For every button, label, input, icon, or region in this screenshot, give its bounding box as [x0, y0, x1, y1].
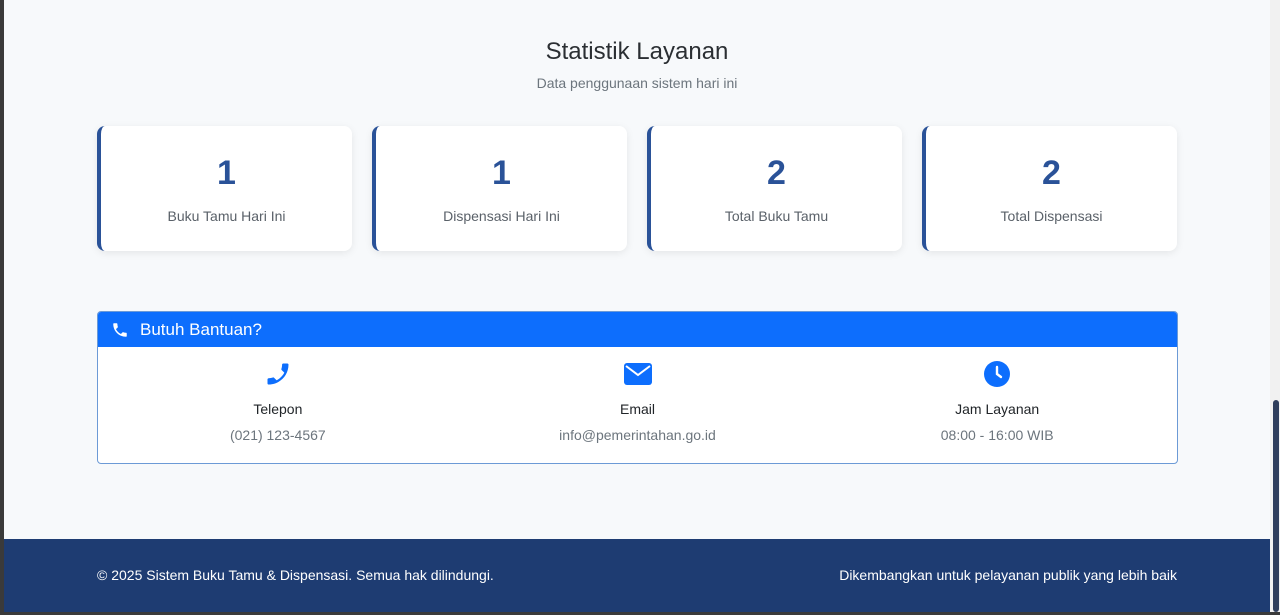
help-card: Butuh Bantuan? Telepon (021) 123-4567 Em…	[97, 311, 1178, 464]
help-header: Butuh Bantuan?	[98, 312, 1177, 347]
scrollbar[interactable]	[1270, 0, 1280, 612]
help-item-title: Jam Layanan	[955, 401, 1040, 417]
phone-icon	[263, 359, 293, 389]
email-address[interactable]: info@pemerintahan.go.id	[559, 427, 716, 443]
envelope-icon	[623, 359, 653, 389]
footer-tagline: Dikembangkan untuk pelayanan publik yang…	[839, 567, 1177, 583]
scrollbar-thumb[interactable]	[1273, 400, 1279, 612]
stats-subtitle: Data penggunaan sistem hari ini	[536, 75, 738, 91]
stat-card-guestbook-today: 1 Buku Tamu Hari Ini	[97, 126, 352, 251]
stat-label: Buku Tamu Hari Ini	[167, 208, 286, 224]
help-item-title: Email	[620, 401, 656, 417]
stat-value: 2	[767, 154, 786, 192]
help-body: Telepon (021) 123-4567 Email info@pemeri…	[98, 347, 1177, 443]
phone-icon	[111, 321, 129, 339]
stat-label: Total Buku Tamu	[724, 208, 829, 224]
stat-card-dispensation-today: 1 Dispensasi Hari Ini	[372, 126, 627, 251]
phone-number: (021) 123-4567	[229, 427, 326, 443]
help-title: Butuh Bantuan?	[140, 319, 262, 339]
stats-title: Statistik Layanan	[545, 38, 729, 65]
help-item-title: Telepon	[253, 401, 303, 417]
stats-grid: 1 Buku Tamu Hari Ini 1 Dispensasi Hari I…	[97, 126, 1177, 251]
help-item-email: Email info@pemerintahan.go.id	[458, 359, 818, 443]
help-item-hours: Jam Layanan 08:00 - 16:00 WIB	[817, 359, 1177, 443]
stat-label: Dispensasi Hari Ini	[443, 208, 560, 224]
stat-value: 1	[492, 154, 511, 192]
stat-value: 1	[217, 154, 236, 192]
stat-card-guestbook-total: 2 Total Buku Tamu	[647, 126, 902, 251]
stat-card-dispensation-total: 2 Total Dispensasi	[922, 126, 1177, 251]
footer: © 2025 Sistem Buku Tamu & Dispensasi. Se…	[4, 539, 1270, 612]
help-item-phone: Telepon (021) 123-4567	[98, 359, 458, 443]
service-hours: 08:00 - 16:00 WIB	[940, 427, 1054, 443]
page: Statistik Layanan Data penggunaan sistem…	[4, 0, 1270, 612]
stat-value: 2	[1042, 154, 1061, 192]
footer-copyright: © 2025 Sistem Buku Tamu & Dispensasi. Se…	[97, 567, 494, 583]
clock-icon	[982, 359, 1012, 389]
stat-label: Total Dispensasi	[1000, 208, 1103, 224]
